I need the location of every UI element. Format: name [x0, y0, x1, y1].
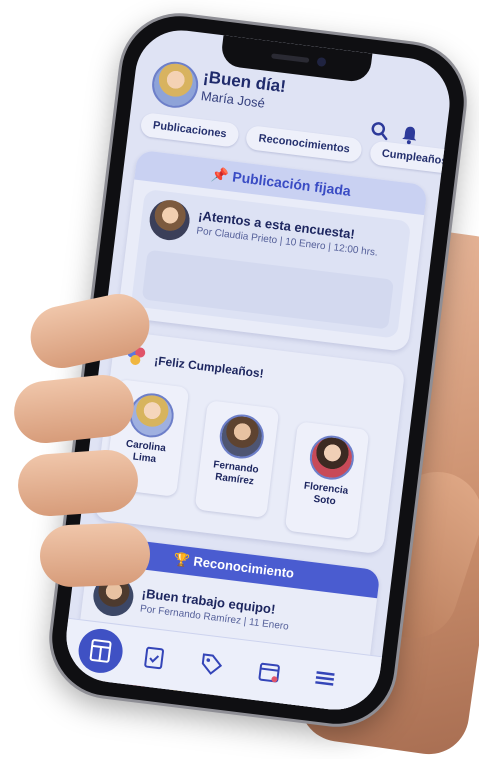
recognition-label: Reconocimiento: [192, 553, 295, 581]
finger: [15, 447, 141, 519]
trophy-icon: 🏆: [172, 551, 195, 569]
person-name: Fernando Ramírez: [198, 458, 272, 491]
calendar-icon[interactable]: [254, 656, 285, 687]
birthday-title: ¡Feliz Cumpleaños!: [153, 353, 265, 381]
person-name: Florencia Soto: [288, 479, 362, 512]
tab-cumpleanos[interactable]: Cumpleaños: [368, 140, 455, 175]
author-avatar: [147, 197, 192, 243]
search-icon[interactable]: [369, 120, 391, 142]
avatar[interactable]: [149, 59, 201, 111]
bell-icon[interactable]: [399, 124, 421, 146]
pinned-post-card[interactable]: 📌 Publicación fijada ¡Atentos a esta enc…: [117, 149, 428, 353]
birthday-person[interactable]: Florencia Soto: [284, 421, 370, 540]
clipboard-check-icon[interactable]: [139, 642, 170, 673]
birthday-card: ¡Feliz Cumpleaños! Carolina Lima Fernand…: [92, 330, 406, 555]
avatar: [307, 433, 357, 483]
post-preview-placeholder: [141, 249, 394, 330]
avatar: [217, 412, 267, 462]
avatar: [127, 390, 177, 440]
menu-icon[interactable]: [309, 663, 340, 694]
pinned-body: ¡Atentos a esta encuesta! Por Claudia Pr…: [130, 188, 412, 339]
camera: [316, 56, 327, 67]
pin-icon: 📌: [210, 165, 234, 185]
speaker: [271, 53, 310, 63]
birthday-person[interactable]: Fernando Ramírez: [194, 400, 280, 519]
nav-home[interactable]: [76, 626, 126, 676]
pinned-label: Publicación fijada: [231, 168, 352, 199]
home-icon: [89, 639, 112, 663]
tag-icon[interactable]: [196, 649, 227, 680]
finger: [38, 522, 152, 588]
phone-screen: ¡Buen día! María José Publicaciones Reco…: [61, 25, 455, 715]
